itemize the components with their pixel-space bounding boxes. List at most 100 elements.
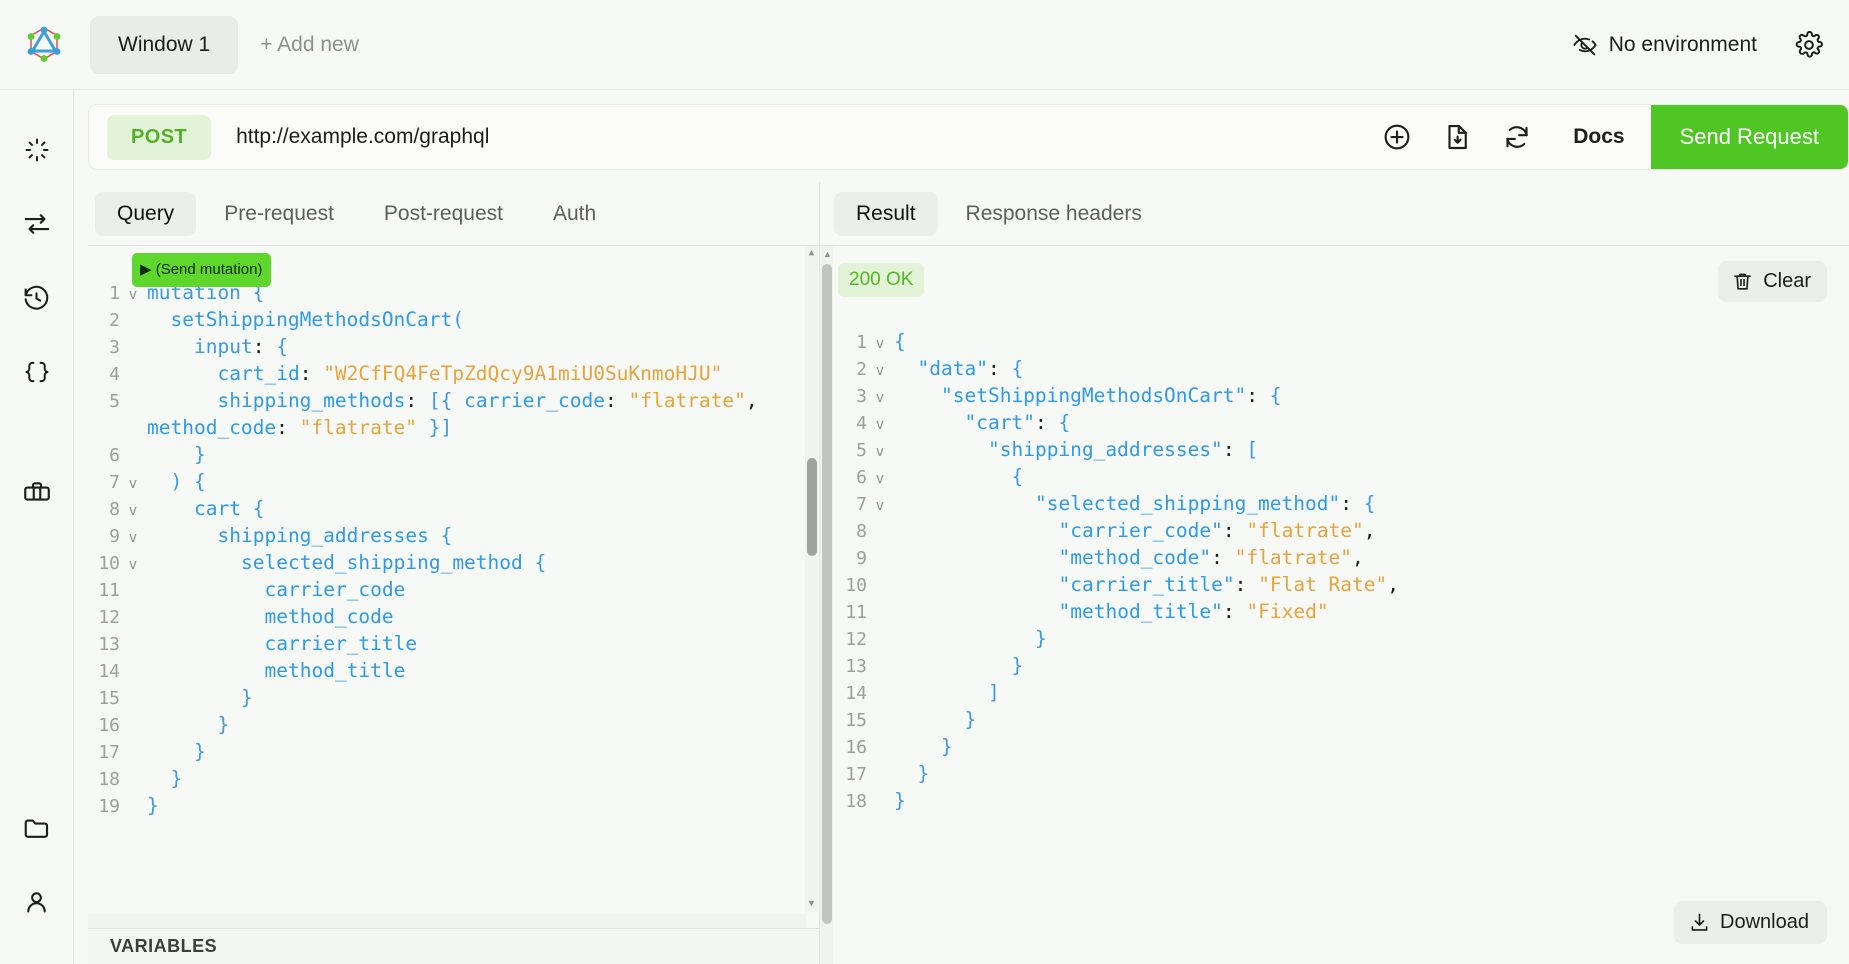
result-vertical-scrollbar[interactable]: ▲ (820, 246, 833, 964)
code-line: 19} (88, 792, 819, 819)
line-number: 3 (827, 383, 869, 410)
send-mutation-label: ▶ (Send mutation) (140, 261, 262, 278)
tab-post-request[interactable]: Post-request (362, 192, 525, 236)
code-line: 6 } (88, 441, 819, 468)
code-line-text: "setShippingMethodsOnCart": { (891, 382, 1282, 409)
scroll-down-arrow-icon[interactable]: ▼ (807, 900, 816, 909)
send-request-button[interactable]: Send Request (1651, 104, 1848, 170)
sparkle-icon (23, 136, 51, 164)
fold-toggle-icon[interactable]: v (869, 412, 891, 439)
line-number: 4 (88, 361, 122, 388)
code-line: 3 input: { (88, 333, 819, 360)
code-line-text: } (144, 792, 159, 819)
code-line-text: "data": { (891, 355, 1023, 382)
line-number: 10 (88, 550, 122, 577)
send-mutation-button[interactable]: ▶ (Send mutation) (132, 253, 271, 287)
code-line-text: cart { (144, 495, 264, 522)
result-scroll-thumb[interactable] (822, 264, 832, 924)
file-download-icon (1442, 122, 1472, 152)
history-clock-icon (22, 284, 51, 313)
query-code-area[interactable]: 1vmutation {2 setShippingMethodsOnCart(3… (88, 246, 819, 928)
save-request-button[interactable] (1427, 104, 1487, 170)
clear-label: Clear (1763, 270, 1811, 293)
fold-toggle-icon[interactable]: v (869, 493, 891, 520)
settings-button[interactable] (1791, 27, 1827, 63)
fold-toggle-icon[interactable]: v (869, 385, 891, 412)
altair-graphql-app: Window 1 + Add new No environment (0, 0, 1849, 964)
fold-toggle-icon[interactable]: v (122, 525, 144, 552)
code-line-text: } (891, 652, 1023, 679)
tab-pre-request[interactable]: Pre-request (202, 192, 356, 236)
http-method-selector[interactable]: POST (107, 115, 211, 160)
line-number: 16 (88, 712, 122, 739)
environment-selector[interactable]: No environment (1572, 32, 1757, 58)
code-line: 4 cart_id: "W2CfFQ4FeTpZdQcy9A1miU0SuKnm… (88, 360, 819, 387)
query-horizontal-scrollbar[interactable] (88, 914, 806, 928)
urlbar-wrapper: POST (74, 90, 1849, 182)
refresh-icon (1502, 122, 1532, 152)
fold-toggle-icon[interactable]: v (869, 439, 891, 466)
topbar: Window 1 + Add new No environment (0, 0, 1849, 90)
line-number: 5 (827, 437, 869, 464)
fold-toggle-icon[interactable]: v (122, 471, 144, 498)
tab-response-headers[interactable]: Response headers (944, 192, 1164, 236)
code-line: 13 } (820, 652, 1849, 679)
code-line: 1v{ (820, 328, 1849, 355)
scroll-up-arrow-icon[interactable]: ▲ (807, 249, 816, 258)
line-number: 17 (827, 761, 869, 788)
code-line: 13 carrier_title (88, 630, 819, 657)
code-line: 18 } (88, 765, 819, 792)
sidebar-item-account[interactable] (13, 878, 61, 926)
line-number: 7 (827, 491, 869, 518)
code-line: 17 } (820, 760, 1849, 787)
add-request-button[interactable] (1367, 104, 1427, 170)
result-scroll-up-arrow-icon[interactable]: ▲ (823, 250, 832, 259)
fold-toggle-icon[interactable]: v (122, 552, 144, 579)
code-line-text: method_code: "flatrate" }] (144, 414, 452, 441)
variables-section-toggle[interactable]: VARIABLES (88, 928, 819, 964)
url-input[interactable] (211, 125, 1367, 149)
sidebar-item-variables[interactable] (13, 348, 61, 396)
sidebar-item-switch[interactable] (13, 200, 61, 248)
docs-button[interactable]: Docs (1547, 105, 1650, 169)
fold-toggle-icon[interactable]: v (869, 466, 891, 493)
result-code-area[interactable]: 1v{2v "data": {3v "setShippingMethodsOnC… (820, 316, 1849, 964)
code-line: 8v cart { (88, 495, 819, 522)
code-line-text: { (891, 463, 1023, 490)
sidebar-item-collections[interactable] (13, 468, 61, 516)
sidebar-item-files[interactable] (13, 804, 61, 852)
download-label: Download (1720, 911, 1809, 934)
window-tab-label: Window 1 (118, 33, 210, 57)
window-tab-1[interactable]: Window 1 (90, 16, 238, 74)
line-number: 1 (88, 280, 122, 307)
sidebar-item-history[interactable] (13, 274, 61, 322)
result-tabs: Result Response headers (820, 182, 1849, 246)
clear-result-button[interactable]: Clear (1718, 261, 1827, 302)
arrows-swap-icon (22, 209, 52, 239)
query-scroll-thumb[interactable] (807, 458, 817, 556)
line-number: 15 (88, 685, 122, 712)
code-line-text: "method_title": "Fixed" (891, 598, 1329, 625)
reload-schema-button[interactable] (1487, 104, 1547, 170)
fold-toggle-icon[interactable]: v (869, 358, 891, 385)
tab-result[interactable]: Result (834, 192, 938, 236)
line-number: 3 (88, 334, 122, 361)
status-badge-label: 200 OK (849, 269, 913, 290)
query-editor[interactable]: ▶ (Send mutation) 1vmutation {2 setShipp… (88, 246, 819, 928)
download-result-button[interactable]: Download (1674, 901, 1827, 944)
code-line-text: } (144, 738, 206, 765)
fold-toggle-icon[interactable]: v (869, 331, 891, 358)
tab-auth[interactable]: Auth (531, 192, 618, 236)
send-request-label: Send Request (1680, 124, 1819, 150)
code-line-text: } (891, 706, 976, 733)
tab-query[interactable]: Query (95, 192, 196, 236)
add-new-window-button[interactable]: + Add new (238, 16, 381, 74)
fold-toggle-icon[interactable]: v (122, 498, 144, 525)
sidebar-item-docs[interactable] (13, 126, 61, 174)
query-vertical-scrollbar[interactable]: ▲ ▼ (805, 246, 818, 912)
line-number: 13 (827, 653, 869, 680)
line-number: 16 (827, 734, 869, 761)
code-line-text: } (144, 765, 182, 792)
code-line-text: "selected_shipping_method": { (891, 490, 1376, 517)
line-number: 9 (88, 523, 122, 550)
